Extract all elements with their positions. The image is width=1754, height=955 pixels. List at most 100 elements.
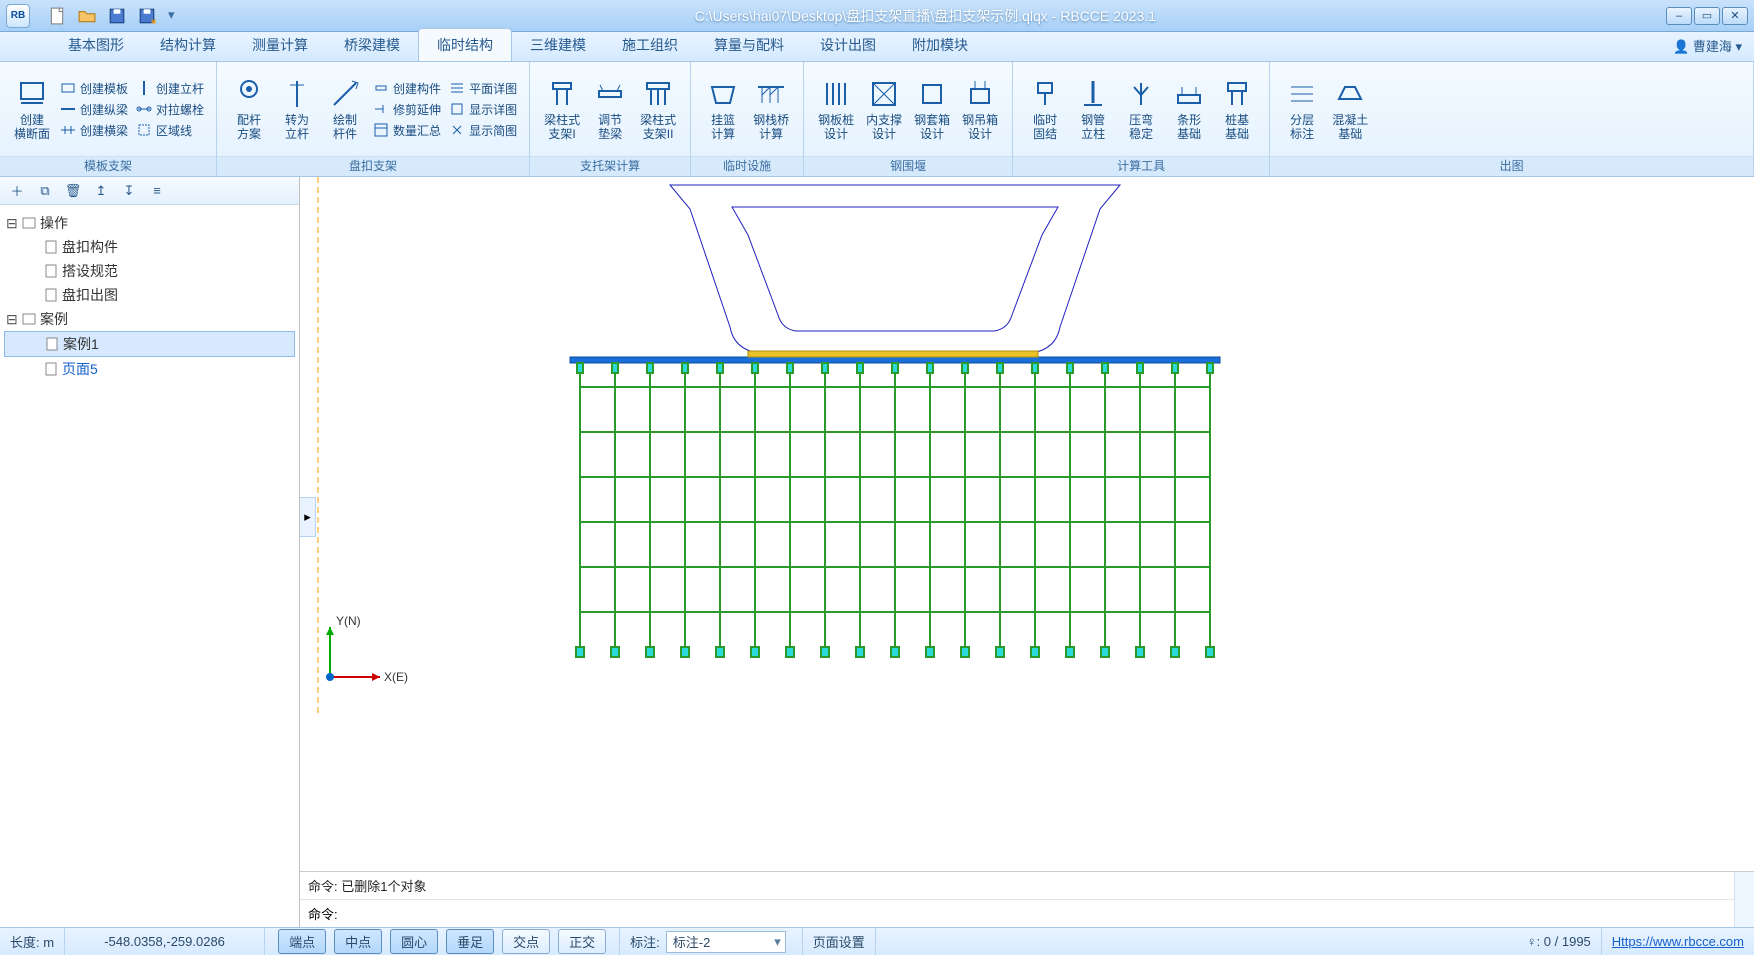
user-name: 曹建海 (1693, 39, 1732, 54)
title-bar: RB ▾ C:\Users\hai07\Desktop\盘扣支架直播\盘扣支架示… (0, 0, 1754, 32)
tree-node-cases[interactable]: ⊟案例 (4, 307, 295, 331)
create-template-button[interactable]: 创建模板 (60, 80, 128, 97)
snap-midpoint[interactable]: 中点 (334, 929, 382, 954)
object-counter: ♀ : 0 / 1995 (1517, 928, 1602, 955)
sheet-pile-button[interactable]: 钢板桩设计 (812, 73, 860, 145)
ribbon-group-label: 盘扣支架 (217, 156, 529, 176)
command-line[interactable]: 命令: (300, 899, 1734, 927)
page-setup-button[interactable]: 页面设置 (803, 928, 876, 955)
axis-y-label: Y(N) (336, 614, 361, 628)
create-member-button[interactable]: 创建构件 (373, 80, 441, 97)
steel-pipe-column-button[interactable]: 钢管立柱 (1069, 73, 1117, 145)
tab-measure-calc[interactable]: 测量计算 (234, 29, 326, 61)
tree-settings-icon[interactable]: ≡ (148, 182, 166, 200)
app-icon[interactable]: RB (6, 4, 30, 28)
beam-col-support1-button[interactable]: 梁柱式支架I (538, 73, 586, 145)
show-detail-button[interactable]: 显示详图 (449, 101, 517, 118)
command-scrollbar[interactable] (1734, 872, 1754, 927)
tab-structure-calc[interactable]: 结构计算 (142, 29, 234, 61)
tree-node-page5[interactable]: 页面5 (4, 357, 295, 381)
concrete-foundation-button[interactable]: 混凝土基础 (1326, 73, 1374, 145)
draw-member-button[interactable]: 绘制杆件 (321, 73, 369, 145)
snap-intersect[interactable]: 交点 (502, 929, 550, 954)
tree-node-case1[interactable]: 案例1 (4, 331, 295, 357)
adjust-pad-beam-button[interactable]: 调节垫梁 (586, 73, 634, 145)
create-cross-beam-button[interactable]: 创建横梁 (60, 122, 128, 139)
hanging-basket-button[interactable]: 挂篮计算 (699, 73, 747, 145)
quantity-summary-button[interactable]: 数量汇总 (373, 122, 441, 139)
snap-perp[interactable]: 垂足 (446, 929, 494, 954)
saveas-icon[interactable] (138, 7, 156, 25)
tab-basic-shapes[interactable]: 基本图形 (50, 29, 142, 61)
ribbon-group-output: 分层标注 混凝土基础 出图 (1270, 62, 1754, 176)
qat-dropdown-icon[interactable]: ▾ (168, 7, 175, 25)
new-file-icon[interactable] (48, 7, 66, 25)
save-icon[interactable] (108, 7, 126, 25)
ribbon-group-disc-lock: 配杆方案 转为立杆 绘制杆件 创建构件 修剪延伸 数量汇总 平面详图 显示详图 … (217, 62, 530, 176)
create-long-beam-button[interactable]: 创建纵梁 (60, 101, 128, 118)
create-pole-button[interactable]: 创建立杆 (136, 80, 204, 97)
command-input[interactable] (342, 906, 1726, 921)
ribbon-group-label: 计算工具 (1013, 156, 1269, 176)
quick-access-toolbar: ▾ (38, 7, 185, 25)
tree-up-icon[interactable]: ↥ (92, 182, 110, 200)
ribbon-group-label: 模板支架 (0, 156, 216, 176)
beam-col-support2-button[interactable]: 梁柱式支架II (634, 73, 682, 145)
website-link[interactable]: Https://www.rbcce.com (1612, 934, 1744, 949)
tree-add-icon[interactable]: ＋ (8, 182, 26, 200)
tie-bolt-button[interactable]: 对拉螺栓 (136, 101, 204, 118)
close-button[interactable]: ✕ (1722, 7, 1748, 25)
cad-canvas[interactable]: Y(N) X(E) (300, 177, 1754, 927)
pole-scheme-button[interactable]: 配杆方案 (225, 73, 273, 145)
snap-ortho[interactable]: 正交 (558, 929, 606, 954)
snap-center[interactable]: 圆心 (390, 929, 438, 954)
tab-3d-model[interactable]: 三维建模 (512, 29, 604, 61)
temp-fix-button[interactable]: 临时固结 (1021, 73, 1069, 145)
steel-box-button[interactable]: 钢套箱设计 (908, 73, 956, 145)
steel-trestle-button[interactable]: 钢栈桥计算 (747, 73, 795, 145)
ribbon-group-label: 临时设施 (691, 156, 803, 176)
tree-copy-icon[interactable]: ⧉ (36, 182, 54, 200)
inner-brace-button[interactable]: 内支撑设计 (860, 73, 908, 145)
command-area: 命令: 已删除1个对象 命令: (300, 871, 1754, 927)
annotation-selector: 标注: 标注-2 (620, 928, 803, 955)
show-simple-button[interactable]: 显示简图 (449, 122, 517, 139)
bending-stability-button[interactable]: 压弯稳定 (1117, 73, 1165, 145)
command-log: 命令: 已删除1个对象 (300, 872, 1734, 899)
ribbon-group-label: 出图 (1270, 156, 1753, 176)
tree-node-erection-spec[interactable]: 搭设规范 (4, 259, 295, 283)
menu-bar: 基本图形 结构计算 测量计算 桥梁建模 临时结构 三维建模 施工组织 算量与配料… (0, 32, 1754, 62)
annotation-combo[interactable]: 标注-2 (666, 931, 786, 953)
ribbon-group-template: 创建横断面 创建模板 创建纵梁 创建横梁 创建立杆 对拉螺栓 区域线 模板支架 (0, 62, 217, 176)
pile-foundation-button[interactable]: 桩基基础 (1213, 73, 1261, 145)
workspace: ＋ ⧉ 🗑 ↥ ↧ ≡ ⊟操作 盘扣构件 搭设规范 盘扣出图 ⊟案例 案例1 页… (0, 177, 1754, 927)
trim-extend-button[interactable]: 修剪延伸 (373, 101, 441, 118)
layered-dim-button[interactable]: 分层标注 (1278, 73, 1326, 145)
tree-node-disc-drawing[interactable]: 盘扣出图 (4, 283, 295, 307)
create-cross-section-button[interactable]: 创建横断面 (8, 73, 56, 145)
user-menu[interactable]: 👤 曹建海 ▾ (1661, 30, 1754, 61)
tab-drawing[interactable]: 设计出图 (802, 29, 894, 61)
maximize-button[interactable]: ▭ (1694, 7, 1720, 25)
tree-down-icon[interactable]: ↧ (120, 182, 138, 200)
window-controls: – ▭ ✕ (1666, 7, 1748, 25)
plan-detail-button[interactable]: 平面详图 (449, 80, 517, 97)
ribbon-group-label: 钢围堰 (804, 156, 1012, 176)
tab-addon[interactable]: 附加模块 (894, 29, 986, 61)
convert-pole-button[interactable]: 转为立杆 (273, 73, 321, 145)
drawing-viewport[interactable]: ▸ Y(N) X(E) (300, 177, 1754, 927)
ribbon: 创建横断面 创建模板 创建纵梁 创建横梁 创建立杆 对拉螺栓 区域线 模板支架 … (0, 62, 1754, 177)
tab-quantity[interactable]: 算量与配料 (696, 29, 802, 61)
tree-node-disc-components[interactable]: 盘扣构件 (4, 235, 295, 259)
tab-construction[interactable]: 施工组织 (604, 29, 696, 61)
minimize-button[interactable]: – (1666, 7, 1692, 25)
strip-foundation-button[interactable]: 条形基础 (1165, 73, 1213, 145)
tree-node-operations[interactable]: ⊟操作 (4, 211, 295, 235)
snap-endpoint[interactable]: 端点 (278, 929, 326, 954)
steel-hang-box-button[interactable]: 钢吊箱设计 (956, 73, 1004, 145)
tree-delete-icon[interactable]: 🗑 (64, 182, 82, 200)
tab-bridge-model[interactable]: 桥梁建模 (326, 29, 418, 61)
open-file-icon[interactable] (78, 7, 96, 25)
tab-temp-structure[interactable]: 临时结构 (418, 28, 512, 61)
region-line-button[interactable]: 区域线 (136, 122, 204, 139)
